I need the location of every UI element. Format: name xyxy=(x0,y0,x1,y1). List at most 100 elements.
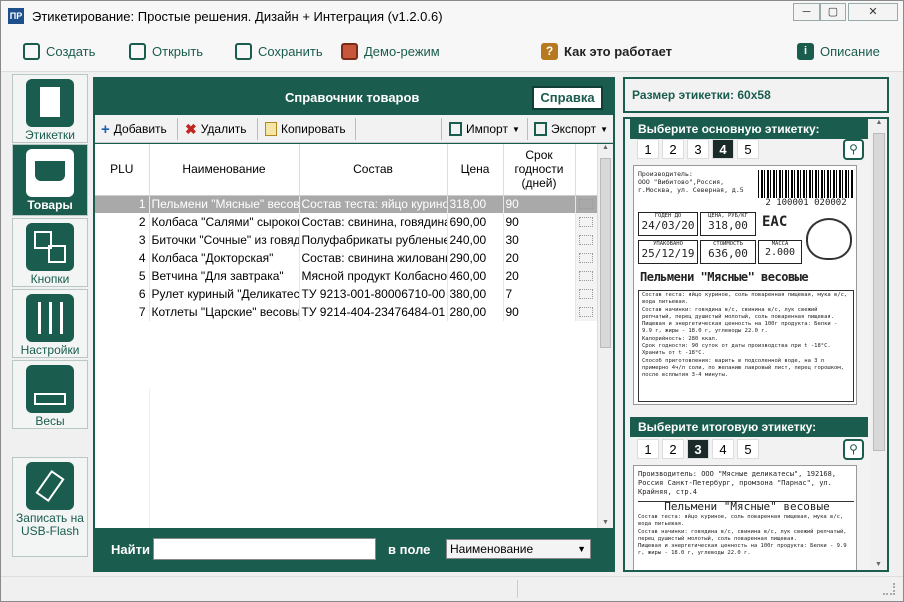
help-button[interactable]: Справка xyxy=(532,86,603,110)
cell-shelf-life[interactable]: 20 xyxy=(503,267,576,285)
open-button[interactable]: Открыть xyxy=(129,41,203,61)
preview-scrollbar[interactable]: ▲ ▼ xyxy=(871,119,887,570)
cell-price[interactable]: 380,00 xyxy=(447,285,504,303)
main-label-tab-5[interactable]: 5 xyxy=(737,139,759,159)
main-label-tab-4[interactable]: 4 xyxy=(712,139,734,159)
cell-composition[interactable]: ТУ 9213-001-80006710-00 Со xyxy=(299,285,448,303)
cell-composition[interactable]: Полуфабрикаты рубленые м xyxy=(299,231,448,249)
cell-composition[interactable]: ТУ 9214-404-23476484-01 Со xyxy=(299,303,448,321)
save-button[interactable]: Сохранить xyxy=(235,41,323,61)
table-row[interactable]: 3 Биточки "Сочные" из говяди Полуфабрикаты… xyxy=(95,231,597,249)
minimize-button[interactable]: ─ xyxy=(793,3,820,21)
scroll-down-icon[interactable]: ▼ xyxy=(598,519,613,526)
sidebar-item-labels[interactable]: Этикетки xyxy=(12,74,88,143)
cell-price[interactable]: 690,00 xyxy=(447,213,504,231)
cell-composition[interactable]: Состав: свинина, говядина, xyxy=(299,213,448,231)
cell-shelf-life[interactable]: 90 xyxy=(503,213,576,231)
field-select[interactable]: Наименование xyxy=(446,539,591,559)
sidebar-item-usb[interactable]: Записать на USB-Flash xyxy=(12,457,88,557)
total-label-tab-3[interactable]: 3 xyxy=(687,439,709,459)
cell-plu[interactable]: 6 xyxy=(95,285,150,303)
total-label-tab-5[interactable]: 5 xyxy=(737,439,759,459)
table-row[interactable]: 7 Котлеты "Царские" весовые ТУ 9214-404-23… xyxy=(95,303,597,321)
row-edit-button[interactable] xyxy=(575,213,597,231)
cell-composition[interactable]: Состав теста: яйцо куриное, xyxy=(299,195,448,213)
cell-shelf-life[interactable]: 20 xyxy=(503,249,576,267)
column-header-plu[interactable]: PLU xyxy=(95,144,150,196)
total-label-tab-2[interactable]: 2 xyxy=(662,439,684,459)
main-label-tab-1[interactable]: 1 xyxy=(637,139,659,159)
sidebar-item-buttons[interactable]: Кнопки xyxy=(12,218,88,287)
row-edit-button[interactable] xyxy=(575,303,597,321)
table-row[interactable]: 4 Колбаса "Докторская" Состав: свинина жил… xyxy=(95,249,597,267)
cell-plu[interactable]: 1 xyxy=(95,195,150,213)
close-button[interactable]: ✕ xyxy=(848,3,898,21)
cell-shelf-life[interactable]: 90 xyxy=(503,195,576,213)
row-edit-button[interactable] xyxy=(575,195,597,213)
table-row[interactable]: 2Колбаса "Салями" сырокопчеСостав: свини… xyxy=(95,213,597,231)
cell-name[interactable]: Ветчина "Для завтрака" xyxy=(149,267,300,285)
table-row[interactable]: 5 Ветчина "Для завтрака" Мясной продукт Ко… xyxy=(95,267,597,285)
column-header-price[interactable]: Цена xyxy=(447,144,504,196)
sidebar-item-settings[interactable]: Настройки xyxy=(12,289,88,358)
cell-plu[interactable]: 7 xyxy=(95,303,150,321)
delete-button[interactable]: ✖ Удалить xyxy=(185,120,247,138)
cell-name[interactable]: Колбаса "Докторская" xyxy=(149,249,300,267)
cell-shelf-life[interactable]: 30 xyxy=(503,231,576,249)
add-button[interactable]: + Добавить xyxy=(101,120,167,138)
cell-composition[interactable]: Состав: свинина жилованная xyxy=(299,249,448,267)
maximize-button[interactable]: ▢ xyxy=(820,3,846,21)
export-label: Экспорт xyxy=(551,122,597,136)
table-row[interactable]: 1 Пельмени "Мясные" весовые Состав теста: … xyxy=(95,195,597,213)
cell-plu[interactable]: 3 xyxy=(95,231,150,249)
demo-mode-button[interactable]: Демо-режим xyxy=(341,41,440,61)
cell-price[interactable]: 290,00 xyxy=(447,249,504,267)
cell-name[interactable]: Котлеты "Царские" весовые xyxy=(149,303,300,321)
main-label-tab-3[interactable]: 3 xyxy=(687,139,709,159)
column-header-composition[interactable]: Состав xyxy=(299,144,448,196)
table-row[interactable]: 6 Рулет куриный "Деликатесн ТУ 9213-001-80… xyxy=(95,285,597,303)
cell-plu[interactable]: 2 xyxy=(95,213,150,231)
scrollbar-thumb[interactable] xyxy=(873,133,885,451)
cell-name[interactable]: Биточки "Сочные" из говяди xyxy=(149,231,300,249)
row-edit-button[interactable] xyxy=(575,231,597,249)
cell-plu[interactable]: 5 xyxy=(95,267,150,285)
column-header-name[interactable]: Наименование xyxy=(149,144,300,196)
copy-button[interactable]: Копировать xyxy=(265,120,346,138)
create-button[interactable]: Создать xyxy=(23,41,95,61)
cell-composition[interactable]: Мясной продукт Колбасное и xyxy=(299,267,448,285)
cell-shelf-life[interactable]: 90 xyxy=(503,303,576,321)
cell-price[interactable]: 460,00 xyxy=(447,267,504,285)
label-preview-panel: Размер этикетки: 60x58 Выберите основную… xyxy=(623,77,889,572)
how-it-works-button[interactable]: ? Как это работает xyxy=(541,41,672,61)
row-edit-button[interactable] xyxy=(575,249,597,267)
sidebar-item-goods[interactable]: Товары xyxy=(12,144,88,216)
scroll-down-icon[interactable]: ▼ xyxy=(871,561,886,568)
resize-grip-icon[interactable] xyxy=(883,583,895,595)
scroll-up-icon[interactable]: ▲ xyxy=(871,119,887,126)
row-edit-button[interactable] xyxy=(575,267,597,285)
cell-name[interactable]: Пельмени "Мясные" весовые xyxy=(149,195,300,213)
cell-name[interactable]: Колбаса "Салями" сырокопче xyxy=(149,213,300,231)
scroll-up-icon[interactable]: ▲ xyxy=(598,144,613,151)
cell-plu[interactable]: 4 xyxy=(95,249,150,267)
cell-shelf-life[interactable]: 7 xyxy=(503,285,576,303)
cell-name[interactable]: Рулет куриный "Деликатесн xyxy=(149,285,300,303)
sidebar-item-scales[interactable]: Весы xyxy=(12,360,88,429)
import-button[interactable]: Импорт ▼ xyxy=(449,120,520,138)
description-button[interactable]: i Описание xyxy=(797,41,880,61)
zoom-total-button[interactable]: ⚲ xyxy=(843,439,864,460)
column-header-shelf-life[interactable]: Срок годности (дней) xyxy=(503,144,576,196)
scrollbar-thumb[interactable] xyxy=(600,158,611,348)
cell-price[interactable]: 240,00 xyxy=(447,231,504,249)
table-scrollbar[interactable]: ▲ ▼ xyxy=(597,144,613,528)
export-button[interactable]: Экспорт ▼ xyxy=(534,120,608,138)
zoom-main-button[interactable]: ⚲ xyxy=(843,139,864,160)
total-label-tab-1[interactable]: 1 xyxy=(637,439,659,459)
cell-price[interactable]: 318,00 xyxy=(447,195,504,213)
search-input[interactable] xyxy=(153,538,376,560)
cell-price[interactable]: 280,00 xyxy=(447,303,504,321)
main-label-tab-2[interactable]: 2 xyxy=(662,139,684,159)
total-label-tab-4[interactable]: 4 xyxy=(712,439,734,459)
row-edit-button[interactable] xyxy=(575,285,597,303)
